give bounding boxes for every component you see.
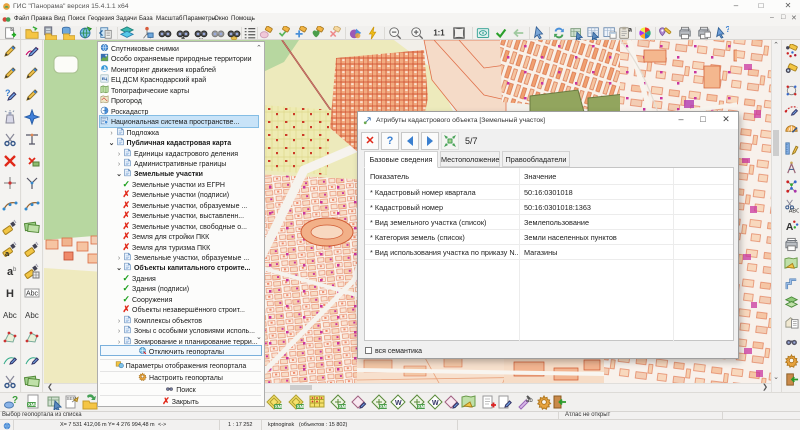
svg-text:XML: XML xyxy=(297,404,304,409)
svg-text:Abc: Abc xyxy=(3,311,17,320)
svg-text:XML: XML xyxy=(380,404,387,409)
svg-text:ABC: ABC xyxy=(789,209,799,213)
svg-text:H: H xyxy=(6,288,14,300)
svg-text:XML: XML xyxy=(418,404,425,409)
svg-text:ЕЦ: ЕЦ xyxy=(102,76,108,81)
svg-text:XML: XML xyxy=(275,404,282,409)
svg-text:a: a xyxy=(629,26,633,33)
svg-text:1:1: 1:1 xyxy=(433,29,445,38)
svg-text:W: W xyxy=(395,400,402,407)
svg-text:XML: XML xyxy=(28,402,38,407)
svg-text:Abc: Abc xyxy=(25,311,39,320)
svg-text:A: A xyxy=(786,222,794,233)
svg-text:Abc: Abc xyxy=(26,291,39,298)
svg-text:?: ? xyxy=(726,26,730,34)
svg-text:?: ? xyxy=(12,395,18,406)
svg-text:b: b xyxy=(13,267,17,273)
svg-text:W: W xyxy=(432,400,439,407)
svg-text:XML: XML xyxy=(339,404,346,409)
